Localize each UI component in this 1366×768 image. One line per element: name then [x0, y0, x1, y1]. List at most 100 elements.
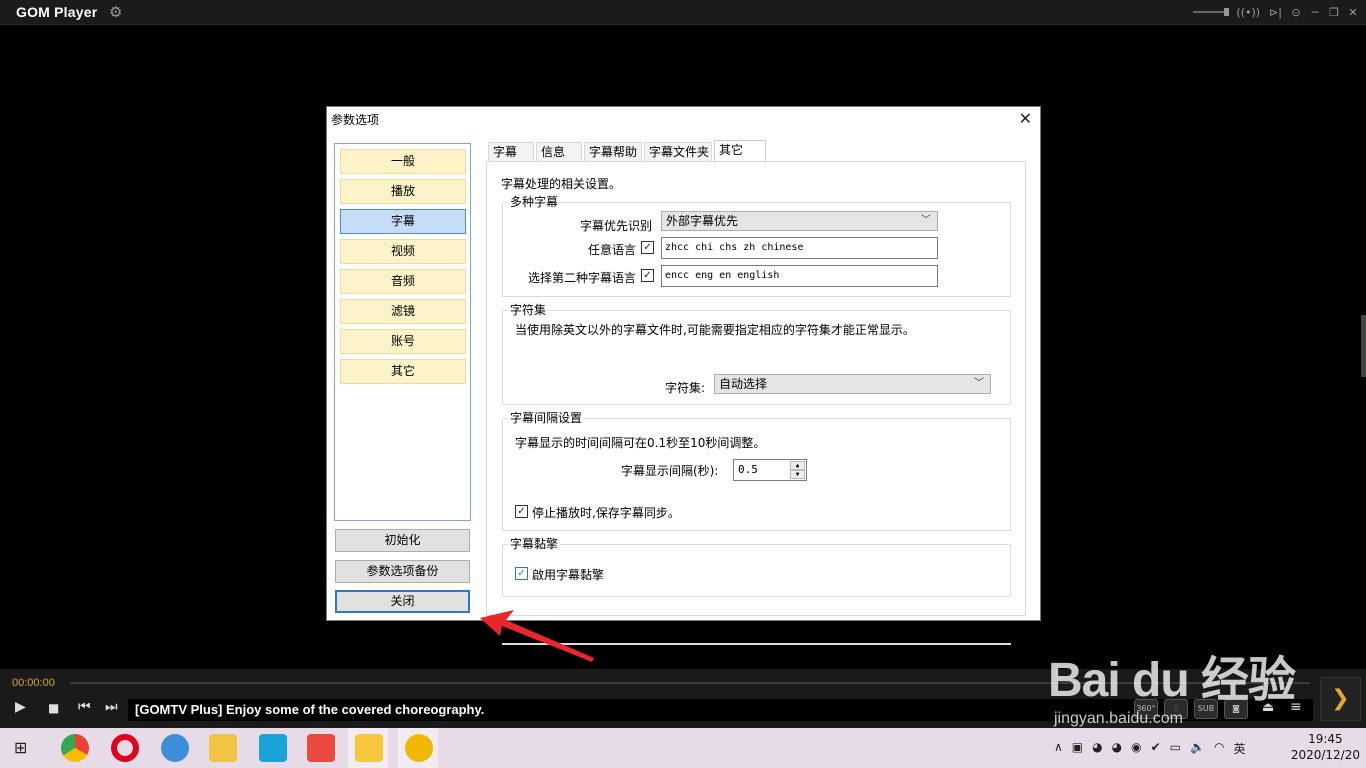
interval-spinner[interactable]: 0.5 ▲ ▼ [733, 459, 807, 481]
multi-subtitle-title: 多种字幕 [508, 195, 561, 209]
any-language-checkbox[interactable]: ✓ [641, 241, 654, 254]
system-tray: ∧ ▣ ◕ ◕ ◉ ✔ ▭ 🔈 ◠ 英 [1054, 740, 1245, 757]
next-track-icon[interactable]: ⏭ [105, 699, 118, 715]
ime-indicator[interactable]: 英 [1233, 740, 1245, 757]
spin-down-icon[interactable]: ▼ [790, 470, 805, 479]
chevron-down-icon: ﹀ [974, 378, 984, 389]
save-sync-label: 停止播放时,保存字幕同步。 [532, 506, 680, 520]
dialog-close-icon[interactable]: ✕ [1019, 109, 1032, 128]
tab-info[interactable]: 信息 [536, 142, 582, 162]
priority-select[interactable]: 外部字幕优先 ﹀ [661, 211, 938, 231]
pin-icon[interactable]: ⊙ [1291, 6, 1301, 19]
nav-item-subtitles[interactable]: 字幕 [340, 209, 466, 234]
charset-title: 字符集 [508, 303, 549, 317]
file-explorer-icon[interactable] [209, 734, 237, 762]
chrome-icon[interactable] [61, 734, 89, 762]
play-icon[interactable]: ▶ [15, 699, 26, 715]
charset-group: 字符集 当使用除英文以外的字幕文件时,可能需要指定相应的字符集才能正常显示。 字… [502, 303, 1011, 405]
backup-button[interactable]: 参数选项备份 [335, 560, 470, 583]
preferences-dialog: 参数选项 ✕ 一般 播放 字幕 视频 音频 滤镜 账号 其它 初始化 参数选项备… [326, 106, 1041, 645]
nav-item-filters[interactable]: 滤镜 [340, 299, 466, 324]
nav-item-other[interactable]: 其它 [340, 359, 466, 384]
priority-label: 字幕优先识别 [579, 219, 652, 233]
wifi-icon[interactable]: ◠ [1214, 740, 1224, 757]
minimize-icon[interactable]: ─ [1310, 6, 1320, 19]
security-icon[interactable]: ✔ [1151, 740, 1161, 757]
window-controls: ((•)) ⊳| ⊙ ─ ❐ ✕ [1193, 2, 1358, 22]
nav-item-video[interactable]: 视频 [340, 239, 466, 264]
category-nav: 一般 播放 字幕 视频 音频 滤镜 账号 其它 [334, 143, 471, 521]
playlist-toggle-icon[interactable]: ❯ [1320, 677, 1361, 721]
charset-label: 字符集: [665, 381, 706, 395]
baidu-watermark: Bai du 经验 jingyan.baidu.com [1048, 640, 1296, 727]
media-app-icon[interactable] [307, 734, 335, 762]
tab-subtitles[interactable]: 字幕 [488, 142, 534, 162]
intro-text: 字幕处理的相关设置。 [501, 177, 622, 191]
multi-subtitle-group: 多种字幕 字幕优先识别 外部字幕优先 ﹀ 任意语言 ✓ zhcc chi chs… [502, 195, 1011, 297]
any-language-input[interactable]: zhcc chi chs zh chinese [661, 237, 938, 259]
speaker-icon[interactable]: 🔈 [1190, 740, 1205, 757]
charset-description: 当使用除英文以外的字幕文件时,可能需要指定相应的字符集才能正常显示。 [515, 323, 915, 337]
priority-value: 外部字幕优先 [666, 214, 739, 228]
side-panel-handle[interactable] [1361, 315, 1366, 377]
spin-up-icon[interactable]: ▲ [790, 461, 805, 470]
nav-item-account[interactable]: 账号 [340, 329, 466, 354]
browser-icon[interactable] [161, 734, 189, 762]
close-icon[interactable]: ✕ [1348, 6, 1358, 19]
previous-icon[interactable]: ⏮ [78, 699, 91, 715]
close-button[interactable]: 关闭 [335, 590, 470, 613]
tab-subtitle-folder[interactable]: 字幕文件夹 [644, 142, 712, 162]
interval-value: 0.5 [738, 463, 758, 476]
battery-icon[interactable]: ▭ [1170, 740, 1181, 757]
reset-button[interactable]: 初始化 [335, 529, 470, 552]
taskbar: ⊞ ∧ ▣ ◕ ◕ ◉ ✔ ▭ 🔈 ◠ 英 19:45 2020/12/20 [0, 728, 1366, 768]
watermark-url: jingyan.baidu.com [1054, 710, 1183, 727]
dialog-title: 参数选项 [331, 113, 380, 127]
second-language-input[interactable]: encc eng en english [661, 265, 938, 287]
qq-icon[interactable]: ◕ [1112, 740, 1122, 757]
maximize-icon[interactable]: ❐ [1329, 6, 1339, 19]
subtitle-feature-group: 字幕黏擎 ✓ 啟用字幕黏擎 [502, 537, 1011, 597]
settings-gear-icon[interactable]: ⚙ [109, 3, 122, 21]
nav-item-playback[interactable]: 播放 [340, 179, 466, 204]
save-sync-checkbox[interactable]: ✓ [515, 505, 528, 518]
opera-icon[interactable] [111, 734, 139, 762]
interval-group: 字幕间隔设置 字幕显示的时间间隔可在0.1秒至10秒间调整。 字幕显示间隔(秒)… [502, 411, 1011, 531]
tab-panel: 字幕处理的相关设置。 多种字幕 字幕优先识别 外部字幕优先 ﹀ 任意语言 ✓ z… [486, 161, 1026, 645]
tab-other[interactable]: 其它 [714, 140, 766, 163]
annotation-arrow-icon [480, 610, 594, 662]
any-language-label: 任意语言 [587, 243, 636, 257]
qq-icon[interactable]: ◕ [1092, 740, 1102, 757]
player-titlebar: GOM Player ⚙ ((•)) ⊳| ⊙ ─ ❐ ✕ [0, 0, 1366, 25]
charset-select[interactable]: 自动选择 ﹀ [714, 374, 991, 394]
volume-slider[interactable] [1193, 8, 1230, 16]
play-speed-icon[interactable]: ⊳| [1269, 6, 1282, 19]
clock[interactable]: 19:45 2020/12/20 [1291, 731, 1360, 763]
windows-start-icon[interactable]: ⊞ [14, 738, 27, 757]
chevron-down-icon: ﹀ [921, 215, 931, 226]
watermark-brand: Bai du 经验 [1048, 654, 1296, 707]
second-language-label: 选择第二种字幕语言 [527, 271, 636, 285]
enable-feature-label: 啟用字幕黏擎 [532, 568, 605, 582]
interval-description: 字幕显示的时间间隔可在0.1秒至10秒间调整。 [515, 436, 766, 450]
tray-app-icon[interactable]: ▣ [1072, 740, 1083, 757]
nav-item-general[interactable]: 一般 [340, 149, 466, 174]
tab-subtitle-help[interactable]: 字幕帮助 [584, 142, 642, 162]
interval-spin-buttons[interactable]: ▲ ▼ [790, 461, 805, 479]
second-language-checkbox[interactable]: ✓ [641, 269, 654, 282]
interval-title: 字幕间隔设置 [508, 411, 585, 425]
notes-app-icon[interactable] [355, 734, 383, 762]
subtitle-feature-title: 字幕黏擎 [508, 537, 561, 551]
wechat-icon[interactable]: ◉ [1131, 740, 1141, 757]
interval-label: 字幕显示间隔(秒): [621, 464, 719, 478]
stop-icon[interactable]: ■ [48, 701, 59, 715]
gom-player-taskbar-icon[interactable] [405, 734, 433, 762]
store-app-icon[interactable] [259, 734, 287, 762]
current-time: 00:00:00 [12, 677, 55, 689]
audio-icon[interactable]: ((•)) [1236, 6, 1260, 19]
clock-time: 19:45 [1308, 732, 1343, 746]
charset-value: 自动选择 [719, 377, 768, 391]
chevron-up-icon[interactable]: ∧ [1054, 740, 1063, 757]
nav-item-audio[interactable]: 音频 [340, 269, 466, 294]
enable-feature-checkbox[interactable]: ✓ [515, 567, 528, 580]
